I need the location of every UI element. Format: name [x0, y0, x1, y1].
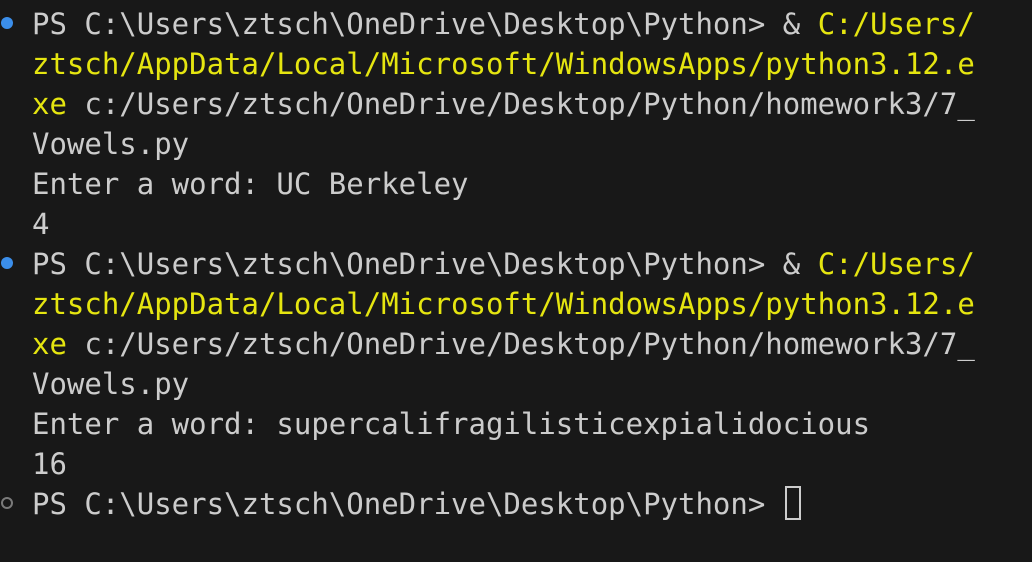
text-cursor	[784, 486, 801, 520]
command-success-marker[interactable]	[1, 257, 13, 269]
python-path: C:/Users/	[817, 7, 975, 41]
command-line: xe c:/Users/ztsch/OneDrive/Desktop/Pytho…	[32, 84, 975, 124]
prompt-text: PS C:\Users\ztsch\OneDrive\Desktop\Pytho…	[32, 487, 783, 521]
prompt-line: PS C:\Users\ztsch\OneDrive\Desktop\Pytho…	[32, 244, 975, 284]
script-path: c:/Users/ztsch/OneDrive/Desktop/Python/h…	[66, 87, 975, 121]
command-line: xe c:/Users/ztsch/OneDrive/Desktop/Pytho…	[32, 324, 975, 364]
script-path-continued: Vowels.py	[32, 367, 190, 401]
python-path-end: xe	[32, 87, 67, 121]
prompt-text: PS C:\Users\ztsch\OneDrive\Desktop\Pytho…	[32, 7, 818, 41]
current-prompt-line[interactable]: PS C:\Users\ztsch\OneDrive\Desktop\Pytho…	[32, 484, 801, 524]
python-path-continued: ztsch/AppData/Local/Microsoft/WindowsApp…	[32, 287, 975, 321]
python-path-continued: ztsch/AppData/Local/Microsoft/WindowsApp…	[32, 47, 975, 81]
prompt-text: PS C:\Users\ztsch\OneDrive\Desktop\Pytho…	[32, 247, 818, 281]
program-output: 4	[32, 207, 50, 241]
python-path-end: xe	[32, 327, 67, 361]
command-success-marker[interactable]	[1, 17, 13, 29]
input-prompt-line: Enter a word: UC Berkeley	[32, 167, 469, 201]
input-prompt-line: Enter a word: supercalifragilisticexpial…	[32, 407, 871, 441]
program-output: 16	[32, 447, 67, 481]
script-path: c:/Users/ztsch/OneDrive/Desktop/Python/h…	[66, 327, 975, 361]
python-path: C:/Users/	[817, 247, 975, 281]
script-path-continued: Vowels.py	[32, 127, 190, 161]
command-pending-marker[interactable]	[1, 497, 13, 509]
prompt-line: PS C:\Users\ztsch\OneDrive\Desktop\Pytho…	[32, 4, 975, 44]
terminal-panel[interactable]: PS C:\Users\ztsch\OneDrive\Desktop\Pytho…	[0, 0, 1032, 562]
